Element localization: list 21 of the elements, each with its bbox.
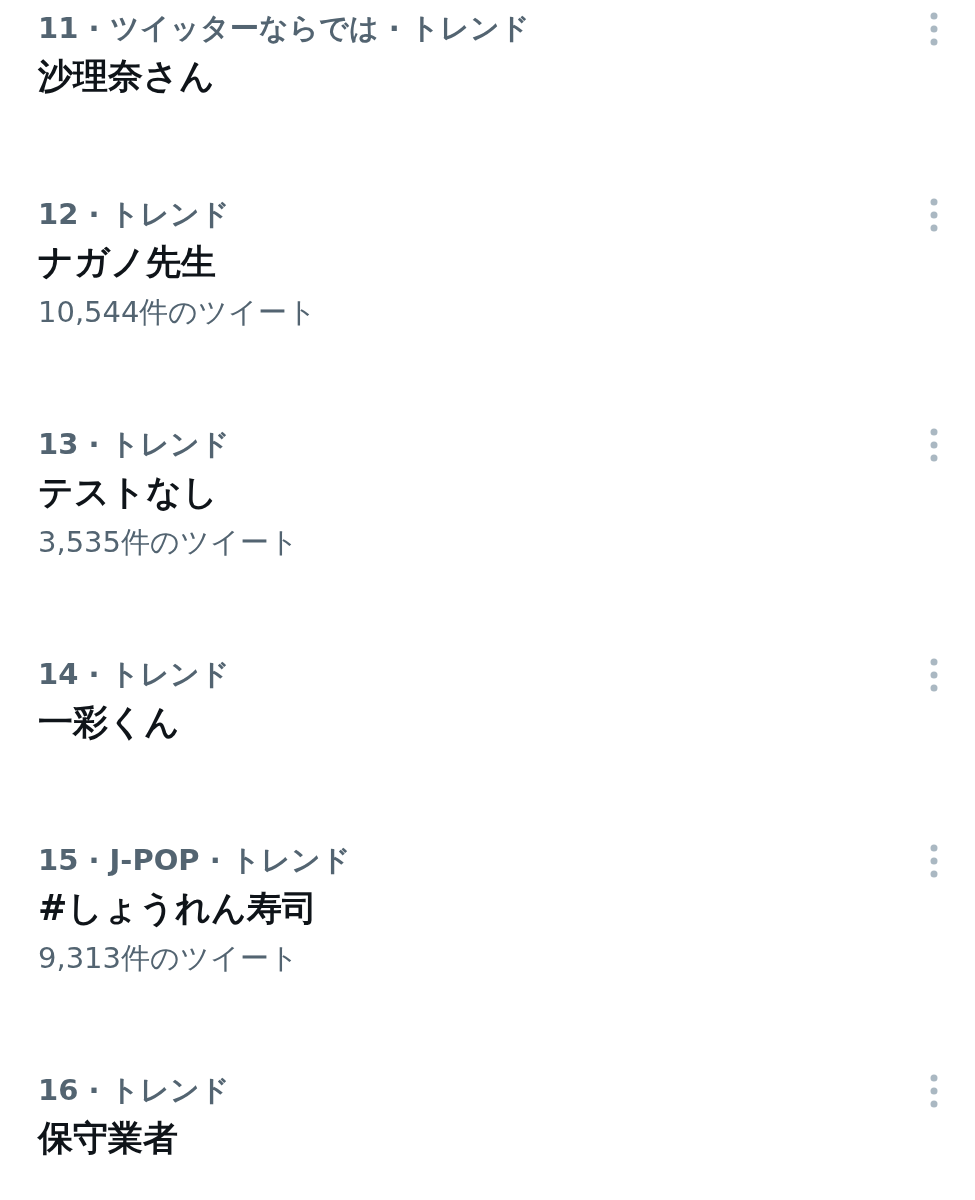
trend-title[interactable]: #しょうれん寿司 <box>38 880 318 936</box>
tweet-count: 10,544件のツイート <box>38 294 318 331</box>
trend-title[interactable]: 保守業者 <box>38 1110 178 1166</box>
trend-context: 13 · トレンド <box>38 426 230 463</box>
trend-context: 15 · J-POP · トレンド <box>38 842 351 879</box>
more-icon[interactable] <box>929 198 939 232</box>
more-icon[interactable] <box>929 658 939 692</box>
trend-title[interactable]: 一彩くん <box>38 694 180 750</box>
trend-title[interactable]: 沙理奈さん <box>38 48 215 104</box>
trend-context: 11 · ツイッターならでは · トレンド <box>38 10 530 47</box>
more-icon[interactable] <box>929 12 939 46</box>
tweet-count: 9,313件のツイート <box>38 940 300 977</box>
more-icon[interactable] <box>929 428 939 462</box>
tweet-count: 3,535件のツイート <box>38 524 300 561</box>
trend-title[interactable]: ナガノ先生 <box>38 234 216 290</box>
trend-context: 14 · トレンド <box>38 656 230 693</box>
trend-context: 12 · トレンド <box>38 196 230 233</box>
more-icon[interactable] <box>929 844 939 878</box>
trend-context: 16 · トレンド <box>38 1072 230 1109</box>
trend-title[interactable]: テストなし <box>38 464 218 520</box>
more-icon[interactable] <box>929 1074 939 1108</box>
